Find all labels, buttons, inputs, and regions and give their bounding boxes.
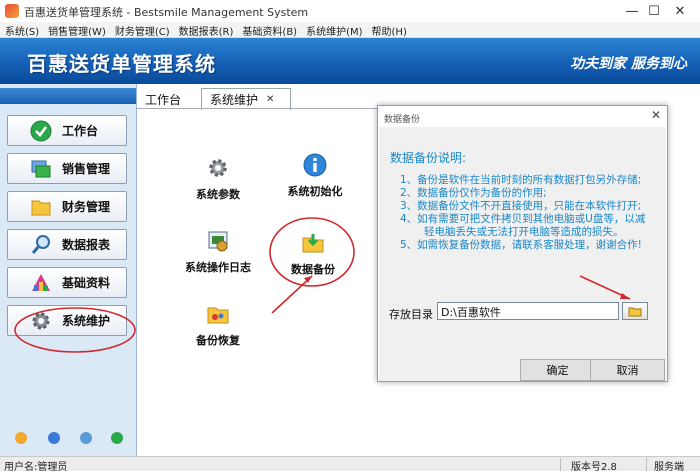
app-title: 百惠送货单管理系统 [27,52,216,76]
sidebar-item-label: 工作台 [62,124,99,138]
directory-input[interactable]: D:\百惠软件 [437,302,619,320]
app-icon [5,4,19,18]
workspace-item-label: 系统参数 [196,188,240,201]
tab-label: 系统维护 [210,93,259,107]
workspace-item-params[interactable]: 系统参数 [188,156,248,202]
workspace-item-log[interactable]: 系统操作日志 [182,229,254,275]
gear-icon [206,156,230,180]
dialog-title: 数据备份 [384,115,421,125]
sidebar-item-label: 数据报表 [62,238,111,252]
backup-dialog: 数据备份 ✕ 数据备份说明: 1、备份是软件在当前时刻的所有数据打包另外存储; … [377,105,668,382]
workspace-item-init[interactable]: 系统初始化 [280,153,350,199]
sidebar-item-workbench[interactable]: 工作台 [7,115,127,146]
clock-icon[interactable] [48,432,60,444]
dialog-close-button[interactable]: ✕ [651,108,661,122]
log-icon [206,229,230,253]
sidebar-header [0,88,136,104]
folder-icon [30,196,52,218]
chart-icon [30,272,52,294]
dialog-note-line: 5、如需恢复备份数据，请联系客服处理，谢谢合作! [400,239,642,251]
workspace-item-label: 系统操作日志 [185,261,251,274]
sidebar-item-reports[interactable]: 数据报表 [7,229,127,260]
workspace-item-restore[interactable]: 备份恢复 [188,302,248,348]
sidebar-item-label: 系统维护 [62,314,111,328]
sidebar-item-basic-data[interactable]: 基础资料 [7,267,127,298]
workspace-item-label: 数据备份 [291,263,335,276]
menu-sales[interactable]: 销售管理(W) [43,22,110,38]
gear-icon [30,310,52,332]
window-stack-icon [30,158,52,180]
window-title: 百惠送货单管理系统 - Bestsmile Management System [24,6,309,19]
workspace-item-backup[interactable]: 数据备份 [283,231,343,277]
menu-finance[interactable]: 财务管理(C) [110,22,174,38]
menu-help[interactable]: 帮助(H) [367,22,411,38]
menu-maintenance[interactable]: 系统维护(M) [301,22,366,38]
annotation-arrowhead [304,276,312,283]
restore-icon [206,302,230,326]
dialog-body: 数据备份说明: 1、备份是软件在当前时刻的所有数据打包另外存储; 2、数据备份仅… [379,127,666,381]
search-icon[interactable] [80,432,92,444]
app-banner: 百惠送货单管理系统 功夫到家 服务到心 [0,38,700,84]
menu-bar: 系统(S) 销售管理(W) 财务管理(C) 数据报表(R) 基础资料(B) 系统维护(M)… [0,22,700,38]
tab-workbench[interactable]: 工作台 [145,89,181,109]
sidebar-item-label: 基础资料 [62,276,111,290]
tab-close-icon[interactable]: ✕ [266,94,274,105]
sidebar-item-maintenance[interactable]: 系统维护 [7,305,127,336]
menu-reports[interactable]: 数据报表(R) [174,22,238,38]
status-divider [646,458,647,471]
dialog-heading: 数据备份说明: [390,151,467,165]
sidebar-item-finance[interactable]: 财务管理 [7,191,127,222]
status-bar: 用户名:管理员 版本号2.8 服务端 [0,456,700,473]
workspace-item-label: 系统初始化 [287,185,343,198]
info-icon [303,153,327,177]
magnifier-icon [30,234,52,256]
note-icon[interactable] [15,432,27,444]
sidebar-item-sales[interactable]: 销售管理 [7,153,127,184]
close-button[interactable]: ✕ [658,0,700,22]
tab-divider [137,108,377,109]
status-divider [560,458,561,471]
annotation-arrow [271,275,313,314]
backup-icon [301,231,325,255]
menu-basic-data[interactable]: 基础资料(B) [237,22,301,38]
directory-label: 存放目录 [389,308,433,321]
banner-slogan: 功夫到家 服务到心 [570,56,687,72]
menu-system[interactable]: 系统(S) [0,22,43,38]
folder-icon [628,307,642,316]
check-circle-icon [30,120,52,142]
tab-maintenance[interactable]: 系统维护 ✕ [201,88,291,110]
back-icon[interactable] [111,432,123,444]
title-bar: 百惠送货单管理系统 - Bestsmile Management System … [0,0,700,22]
cancel-button[interactable]: 取消 [590,359,665,381]
ok-button[interactable]: 确定 [520,359,595,381]
sidebar-item-label: 财务管理 [62,200,111,214]
browse-folder-button[interactable] [622,302,648,320]
workspace-item-label: 备份恢复 [196,334,240,347]
sidebar-item-label: 销售管理 [62,162,111,176]
